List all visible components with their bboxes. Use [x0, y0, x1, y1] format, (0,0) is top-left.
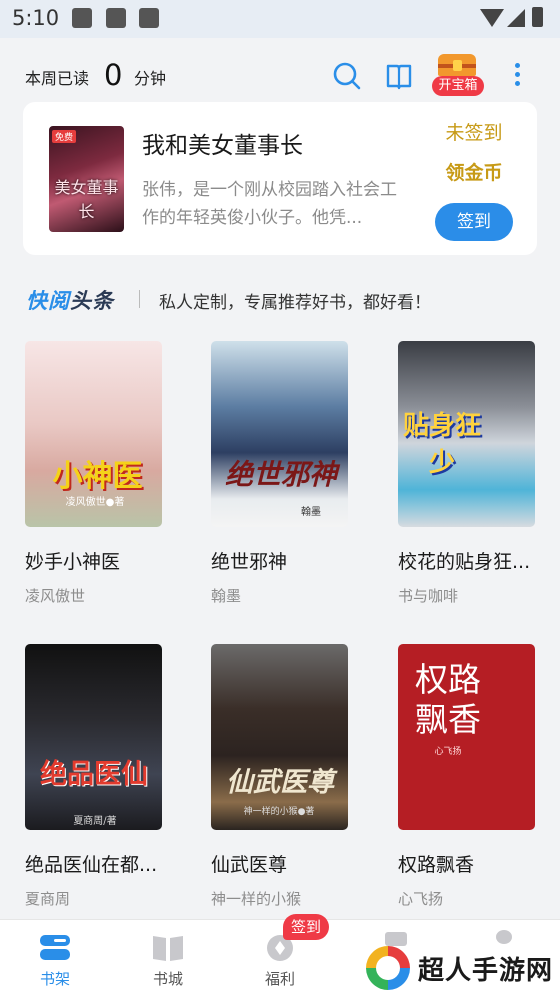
featured-book-cover[interactable]: 免费 美女董事长	[49, 126, 124, 232]
signal-icon	[507, 9, 525, 27]
bookstore-nav-icon	[153, 936, 183, 961]
featured-book-title[interactable]: 我和美女董事长	[142, 126, 303, 160]
headline-tagline: 私人定制，专属推荐好书，都好看！	[159, 293, 431, 313]
weekly-read-label: 本周已读	[25, 69, 90, 88]
free-tag: 免费	[52, 130, 77, 143]
nav-label: 福利	[264, 970, 295, 988]
book-cover[interactable]: 绝世邪神 翰墨	[211, 341, 348, 527]
book-author: 凌风傲世	[25, 587, 86, 605]
treasure-chest-label: 开宝箱	[432, 76, 484, 96]
book-title[interactable]: 权路飘香	[398, 850, 543, 877]
book-author: 神一样的小猴	[211, 890, 302, 908]
book-cover[interactable]: 小神医 凌风傲世●著	[25, 341, 162, 527]
wifi-icon	[480, 9, 504, 27]
nav-bookstore[interactable]: 书城	[113, 920, 223, 996]
sign-status: 未签到	[445, 122, 503, 144]
nav-bookshelf[interactable]: 书架	[0, 920, 110, 996]
book-author: 翰墨	[211, 587, 242, 605]
book-title[interactable]: 仙武医尊	[211, 850, 356, 877]
bookshelf-icon[interactable]	[385, 62, 413, 90]
status-time: 5:10	[12, 6, 60, 30]
cover-title-art: 绝品医仙	[40, 759, 148, 790]
headline-logo: 快阅头条	[26, 285, 114, 315]
headline-logo-a: 快阅	[26, 289, 70, 313]
more-icon[interactable]	[508, 63, 526, 87]
headline-logo-b: 头条	[70, 289, 114, 313]
cover-title-art: 贴身狂少	[402, 411, 481, 478]
nav-label: 书城	[152, 970, 183, 988]
nav-label: 书架	[39, 970, 70, 988]
headline-section: 快阅头条 私人定制，专属推荐好书，都好看！	[26, 284, 536, 314]
watermark-logo	[366, 946, 410, 990]
treasure-chest-button[interactable]: 开宝箱	[432, 50, 484, 96]
cover-title-art: 权路飘香	[415, 660, 481, 739]
cover-title-art: 绝世邪神	[224, 458, 337, 491]
cover-author-art: 神一样的小猴●著	[243, 807, 315, 817]
watermark-text: 超人手游网	[418, 956, 554, 986]
cover-author-art: 翰墨	[301, 507, 321, 518]
cover-title-art: 小神医	[52, 459, 143, 494]
collect-coins-label: 领金币	[445, 162, 503, 184]
battery-icon	[532, 7, 543, 27]
book-cover[interactable]: 绝品医仙 夏商周/著	[25, 644, 162, 830]
cover-title-art: 仙武医尊	[226, 767, 334, 798]
app-notification-icon	[139, 8, 159, 28]
nav-profile-icon	[496, 930, 512, 944]
book-author: 书与咖啡	[398, 587, 459, 605]
featured-book-description: 张伟，是一个刚从校园踏入社会工作的年轻英俊小伙子。他凭...	[142, 180, 397, 228]
book-title[interactable]: 妙手小神医	[25, 547, 170, 574]
status-bar: 5:10	[0, 0, 560, 38]
cover-author-art: 心飞扬	[434, 747, 462, 757]
divider	[139, 290, 140, 308]
cover-author-art: 夏商周/著	[73, 816, 117, 827]
book-cover[interactable]: 贴身狂少	[398, 341, 535, 527]
image-notification-icon	[72, 8, 92, 28]
book-author: 夏商周	[25, 890, 71, 908]
book-cover[interactable]: 权路飘香 心飞扬	[398, 644, 535, 830]
featured-book-card[interactable]: 免费 美女董事长 我和美女董事长 张伟，是一个刚从校园踏入社会工作的年轻英俊小伙…	[23, 102, 537, 255]
chest-lock	[453, 60, 462, 71]
top-bar: 本周已读 0 分钟 开宝箱	[0, 38, 560, 100]
sign-in-badge[interactable]: 签到	[283, 914, 329, 940]
sign-in-button[interactable]: 签到	[435, 203, 513, 241]
weekly-read-minutes: 0	[104, 58, 123, 92]
cover-title-art: 美女董事长	[54, 178, 119, 221]
weekly-read-unit: 分钟	[134, 69, 167, 88]
watermark: 超人手游网	[366, 944, 558, 992]
book-cover[interactable]: 仙武医尊 神一样的小猴●著	[211, 644, 348, 830]
book-author: 心飞扬	[398, 890, 444, 908]
bookshelf-nav-icon	[40, 935, 70, 960]
book-title[interactable]: 绝世邪神	[211, 547, 356, 574]
search-icon[interactable]	[333, 62, 361, 90]
cover-author-art: 凌风傲世●著	[65, 497, 125, 508]
book-title[interactable]: 校花的贴身狂...	[398, 547, 543, 574]
book-title[interactable]: 绝品医仙在都...	[25, 850, 170, 877]
app-notification-icon	[106, 8, 126, 28]
